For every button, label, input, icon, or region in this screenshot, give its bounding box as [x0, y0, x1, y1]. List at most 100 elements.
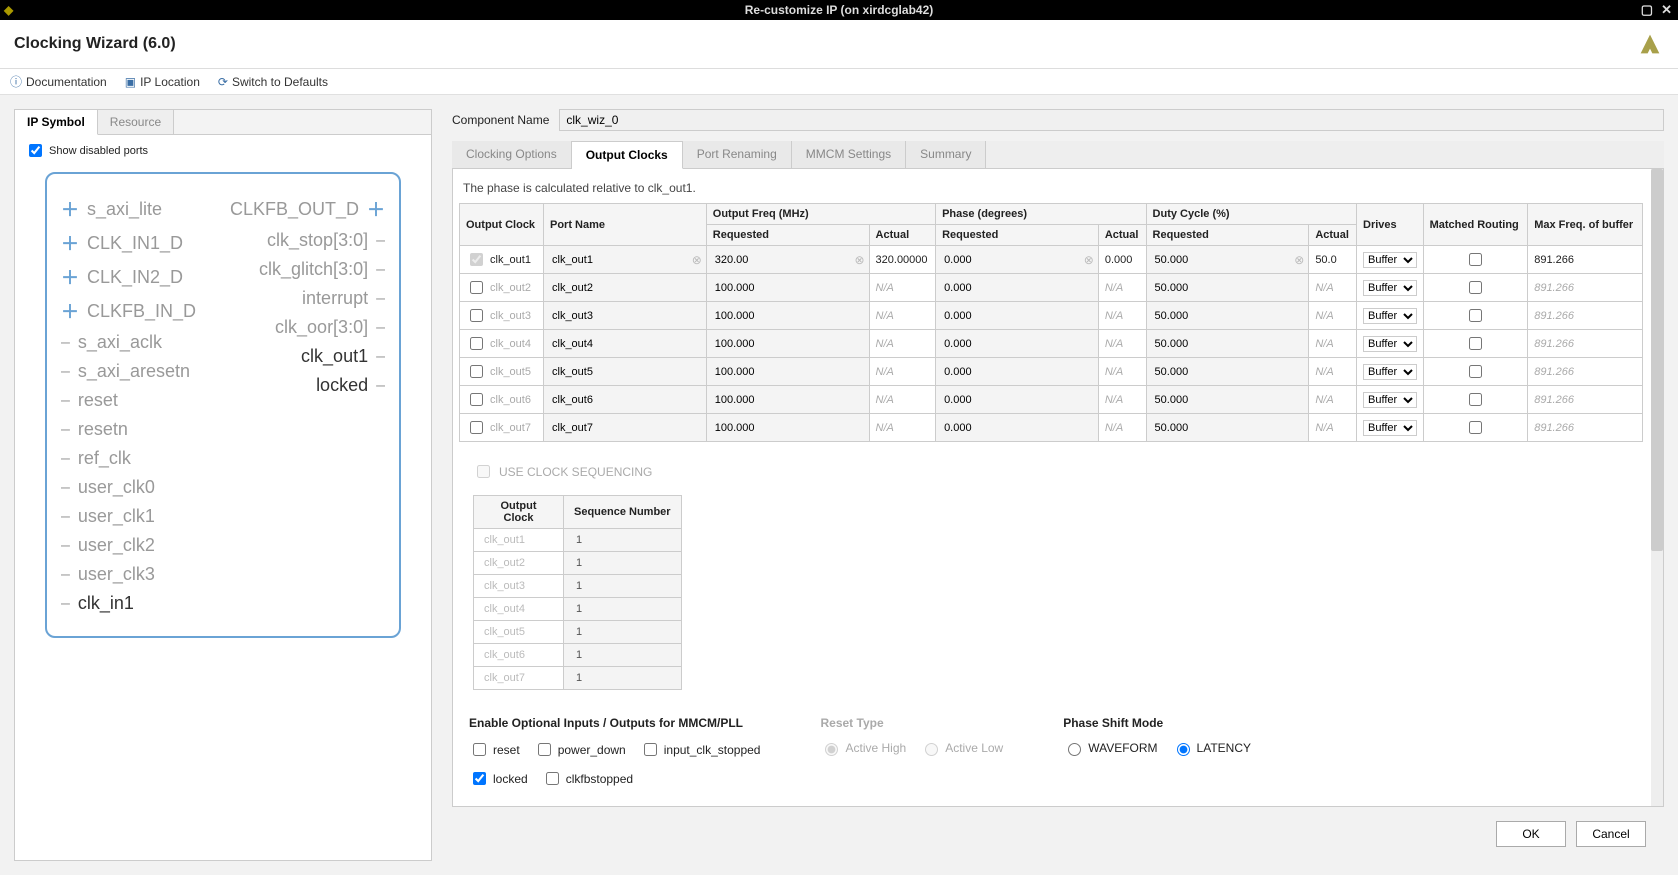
- matched-routing-checkbox[interactable]: [1469, 281, 1482, 294]
- window-maximize-icon[interactable]: ▢: [1641, 2, 1653, 18]
- tab-mmcm-settings[interactable]: MMCM Settings: [792, 141, 906, 168]
- app-title: Clocking Wizard (6.0): [14, 35, 176, 53]
- duty-req-input[interactable]: [1153, 309, 1303, 323]
- enable-clk_out2-checkbox[interactable]: [470, 281, 483, 294]
- drives-select[interactable]: Buffer: [1363, 280, 1417, 296]
- port-name-input[interactable]: [550, 337, 700, 351]
- use-clock-sequencing-input: [477, 465, 490, 478]
- documentation-button[interactable]: ⓘ Documentation: [10, 73, 107, 90]
- left-port-user_clk0: –user_clk0: [47, 473, 399, 502]
- power-down-input[interactable]: [538, 743, 551, 756]
- freq-req-input[interactable]: [713, 309, 863, 323]
- port-label: CLKFB_IN_D: [87, 301, 196, 322]
- tab-resource[interactable]: Resource: [98, 110, 174, 134]
- ip-location-button[interactable]: ▣ IP Location: [125, 73, 200, 90]
- duty-req-input[interactable]: [1153, 337, 1303, 351]
- tab-clocking-options[interactable]: Clocking Options: [452, 141, 572, 168]
- port-name-input[interactable]: [550, 309, 700, 323]
- enable-clk_out4-checkbox[interactable]: [470, 337, 483, 350]
- freq-req-input[interactable]: [713, 281, 863, 295]
- switch-defaults-label: Switch to Defaults: [232, 75, 328, 89]
- tab-port-renaming[interactable]: Port Renaming: [683, 141, 792, 168]
- tab-ip-symbol[interactable]: IP Symbol: [15, 110, 98, 135]
- enable-clk_out7-checkbox[interactable]: [470, 421, 483, 434]
- phase-req-input[interactable]: [942, 393, 1092, 407]
- component-name-input[interactable]: [559, 109, 1664, 131]
- locked-input[interactable]: [473, 772, 486, 785]
- max-freq: 891.266: [1528, 330, 1643, 358]
- drives-select[interactable]: Buffer: [1363, 252, 1417, 268]
- reset-input[interactable]: [473, 743, 486, 756]
- clock-row-clk_out4: clk_out4N/AN/AN/ABuffer891.266: [460, 330, 1643, 358]
- duty-req-input[interactable]: [1153, 421, 1303, 435]
- phase-req-input[interactable]: [942, 337, 1092, 351]
- show-disabled-ports-input[interactable]: [29, 144, 42, 157]
- port-name-input[interactable]: [550, 421, 700, 435]
- reset-checkbox[interactable]: reset: [469, 740, 520, 759]
- drives-select[interactable]: Buffer: [1363, 308, 1417, 324]
- cancel-button[interactable]: Cancel: [1576, 821, 1646, 847]
- latency-input[interactable]: [1177, 743, 1190, 756]
- clear-icon[interactable]: ⊗: [692, 253, 702, 267]
- freq-req-input[interactable]: [713, 253, 863, 267]
- drives-select[interactable]: Buffer: [1363, 336, 1417, 352]
- th-freq: Output Freq (MHz): [706, 204, 935, 225]
- scrollbar[interactable]: [1651, 169, 1663, 806]
- switch-defaults-button[interactable]: ⟳ Switch to Defaults: [218, 73, 328, 90]
- phase-req-input[interactable]: [942, 309, 1092, 323]
- matched-routing-checkbox[interactable]: [1469, 393, 1482, 406]
- enable-clk_out5-checkbox[interactable]: [470, 365, 483, 378]
- duty-req-input[interactable]: [1153, 281, 1303, 295]
- latency-radio[interactable]: LATENCY: [1172, 740, 1251, 756]
- th-output-clock: Output Clock: [460, 204, 544, 246]
- seq-row-clk_out4: clk_out4: [474, 598, 682, 621]
- freq-req-input[interactable]: [713, 365, 863, 379]
- window-close-icon[interactable]: ✕: [1661, 2, 1672, 18]
- waveform-input[interactable]: [1068, 743, 1081, 756]
- locked-checkbox[interactable]: locked: [469, 769, 528, 788]
- duty-req-input[interactable]: [1153, 393, 1303, 407]
- phase-req-input[interactable]: [942, 365, 1092, 379]
- enable-clk_out3-checkbox[interactable]: [470, 309, 483, 322]
- matched-routing-checkbox[interactable]: [1469, 337, 1482, 350]
- clkfbstopped-checkbox[interactable]: clkfbstopped: [542, 769, 633, 788]
- phase-req-input[interactable]: [942, 281, 1092, 295]
- config-panel: Component Name Clocking Options Output C…: [452, 109, 1664, 861]
- tab-summary[interactable]: Summary: [906, 141, 986, 168]
- drives-select[interactable]: Buffer: [1363, 420, 1417, 436]
- power-down-checkbox[interactable]: power_down: [534, 740, 626, 759]
- port-name-input[interactable]: [550, 281, 700, 295]
- port-name-input[interactable]: [550, 365, 700, 379]
- drives-select[interactable]: Buffer: [1363, 364, 1417, 380]
- th-phase-req: Requested: [936, 225, 1099, 246]
- freq-req-input[interactable]: [713, 337, 863, 351]
- clkfbstopped-input[interactable]: [546, 772, 559, 785]
- show-disabled-ports-checkbox[interactable]: Show disabled ports: [25, 141, 421, 160]
- waveform-radio[interactable]: WAVEFORM: [1063, 740, 1157, 756]
- freq-req-input[interactable]: [713, 421, 863, 435]
- use-clock-sequencing-checkbox[interactable]: USE CLOCK SEQUENCING: [473, 462, 1657, 481]
- enable-clk_out6-checkbox[interactable]: [470, 393, 483, 406]
- input-clk-stopped-checkbox[interactable]: input_clk_stopped: [640, 740, 761, 759]
- tab-output-clocks[interactable]: Output Clocks: [572, 141, 683, 169]
- port-name-input[interactable]: [550, 393, 700, 407]
- matched-routing-checkbox[interactable]: [1469, 365, 1482, 378]
- input-clk-stopped-input[interactable]: [644, 743, 657, 756]
- phase-req-input[interactable]: [942, 421, 1092, 435]
- left-port-user_clk3: –user_clk3: [47, 560, 399, 589]
- matched-routing-checkbox[interactable]: [1469, 253, 1482, 266]
- clear-icon[interactable]: ⊗: [1084, 253, 1094, 267]
- seq-row-clk_out3: clk_out3: [474, 575, 682, 598]
- freq-req-input[interactable]: [713, 393, 863, 407]
- duty-req-input[interactable]: [1153, 253, 1303, 267]
- matched-routing-checkbox[interactable]: [1469, 421, 1482, 434]
- scrollbar-thumb[interactable]: [1651, 169, 1663, 551]
- ok-button[interactable]: OK: [1496, 821, 1566, 847]
- phase-req-input[interactable]: [942, 253, 1092, 267]
- drives-select[interactable]: Buffer: [1363, 392, 1417, 408]
- port-name-input[interactable]: [550, 253, 700, 267]
- duty-req-input[interactable]: [1153, 365, 1303, 379]
- clear-icon[interactable]: ⊗: [1294, 253, 1304, 267]
- matched-routing-checkbox[interactable]: [1469, 309, 1482, 322]
- clear-icon[interactable]: ⊗: [854, 253, 864, 267]
